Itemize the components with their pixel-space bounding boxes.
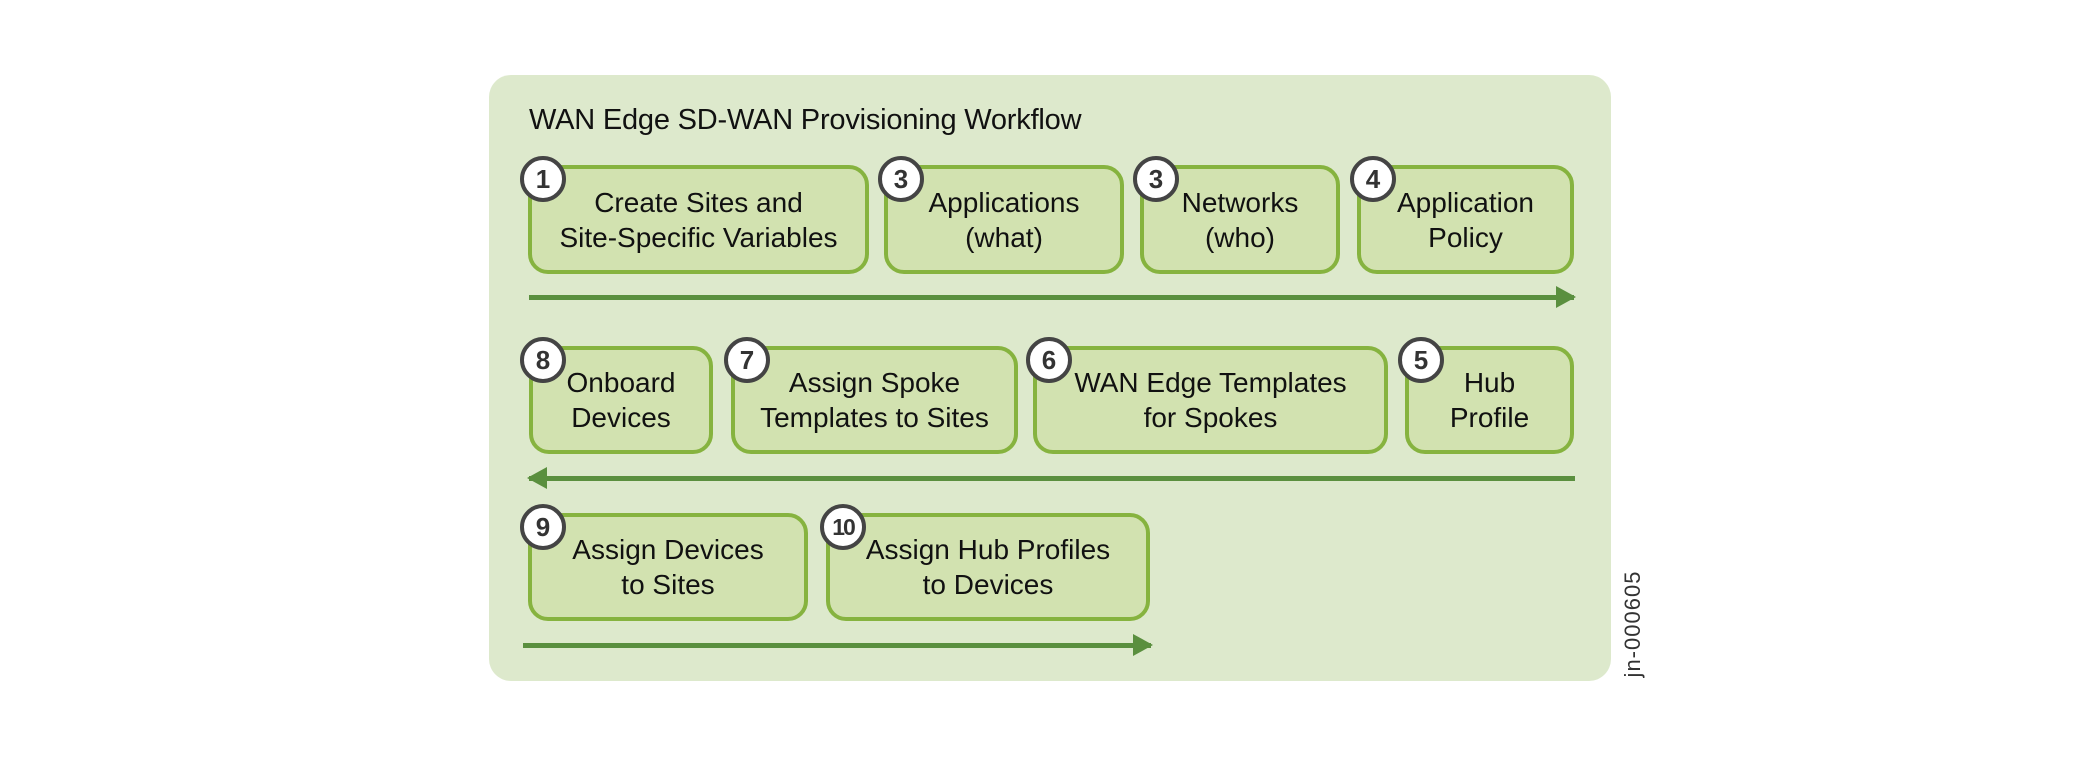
diagram-title: WAN Edge SD-WAN Provisioning Workflow <box>529 104 1082 136</box>
step-8-number-badge: 8 <box>520 337 566 383</box>
step-9-number-badge: 9 <box>520 504 566 550</box>
step-6: WAN Edge Templates for Spokes <box>1033 346 1388 454</box>
step-2-number-badge: 3 <box>878 156 924 202</box>
step-6-label: WAN Edge Templates for Spokes <box>1074 367 1347 433</box>
step-7-number-badge: 7 <box>724 337 770 383</box>
step-7-label: Assign Spoke Templates to Sites <box>760 367 989 433</box>
step-6-number-badge: 6 <box>1026 337 1072 383</box>
step-9: Assign Devices to Sites <box>528 513 808 621</box>
step-5-number-badge: 5 <box>1398 337 1444 383</box>
flow-arrow-row-3 <box>523 634 1153 656</box>
figure-id-text: jn-000605 <box>1620 570 1645 678</box>
step-3-number-badge: 3 <box>1133 156 1179 202</box>
step-3-label: Networks (who) <box>1181 186 1299 253</box>
step-10-label: Assign Hub Profiles to Devices <box>865 534 1111 600</box>
flow-line <box>529 295 1574 300</box>
arrowhead-right-icon <box>1556 286 1576 308</box>
step-2-label: Applications (what) <box>928 186 1080 253</box>
arrowhead-right-icon <box>1133 634 1153 656</box>
step-5-label: Hub Profile <box>1449 367 1530 433</box>
step-1-number-badge: 1 <box>520 156 566 202</box>
arrowhead-left-icon <box>527 467 547 489</box>
step-10-number-badge: 10 <box>820 504 866 550</box>
step-10: Assign Hub Profiles to Devices <box>826 513 1150 621</box>
step-1-label: Create Sites and Site-Specific Variables <box>559 186 838 253</box>
step-4-number-badge: 4 <box>1350 156 1396 202</box>
step-4-label: Application Policy <box>1397 186 1534 253</box>
figure-id: jn-000605 <box>1620 566 1646 682</box>
step-7: Assign Spoke Templates to Sites <box>731 346 1018 454</box>
flow-arrow-row-1 <box>529 286 1576 308</box>
step-9-label: Assign Devices to Sites <box>572 534 764 600</box>
flow-arrow-row-2 <box>527 467 1575 489</box>
step-1: Create Sites and Site-Specific Variables <box>528 165 869 274</box>
flow-line <box>529 476 1575 481</box>
flow-line <box>523 643 1151 648</box>
step-8-label: Onboard Devices <box>566 367 676 433</box>
